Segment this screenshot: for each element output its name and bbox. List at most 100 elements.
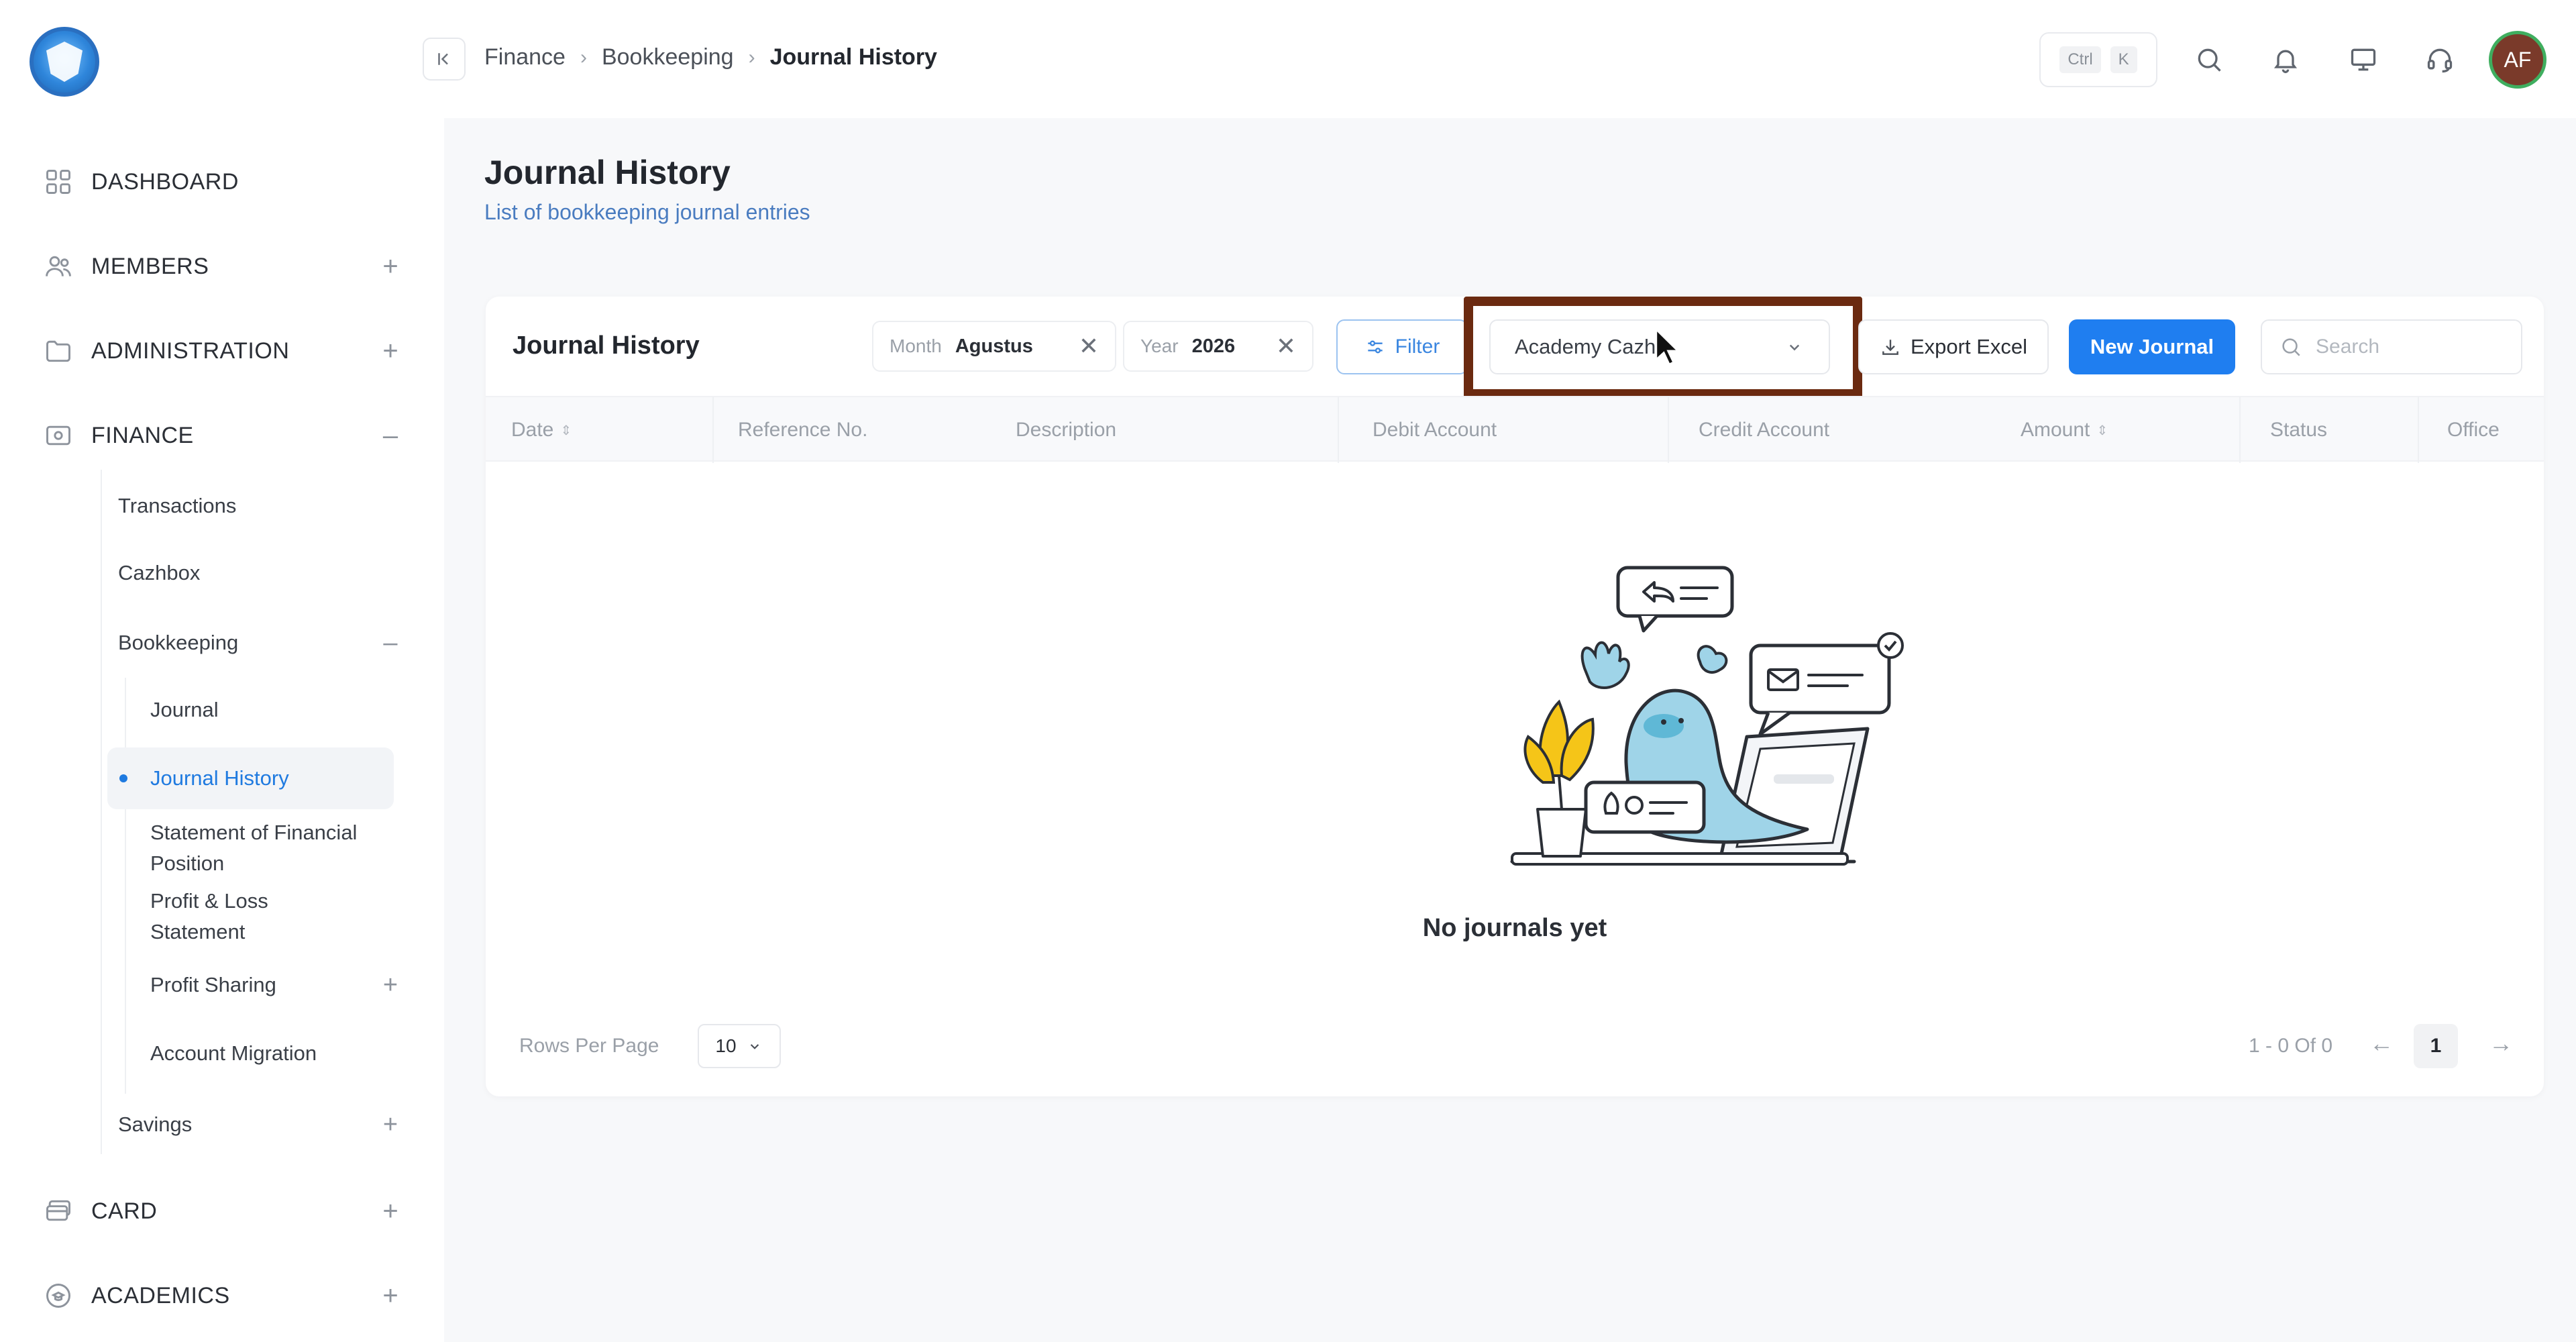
sort-icon[interactable]: ⇕ <box>2096 422 2108 439</box>
breadcrumb-current: Journal History <box>769 44 937 70</box>
column-header-description: Description <box>1016 397 1116 463</box>
sidebar-item-label: Cazhbox <box>118 561 201 584</box>
pagination-info: 1 - 0 Of 0 <box>2249 1035 2333 1057</box>
column-header-amount[interactable]: Amount ⇕ <box>2021 397 2108 463</box>
shortcut-key-ctrl: Ctrl <box>2059 46 2101 73</box>
close-icon[interactable]: ✕ <box>1079 332 1099 360</box>
rows-per-page-value: 10 <box>715 1035 737 1056</box>
sidebar-item-cazhbox[interactable]: Cazhbox <box>118 553 404 593</box>
command-palette-shortcut[interactable]: Ctrl K <box>2039 32 2157 87</box>
collapse-left-icon <box>438 53 448 65</box>
sidebar-item-transactions[interactable]: Transactions <box>118 486 404 526</box>
avatar[interactable]: AF <box>2489 31 2546 89</box>
headset-icon[interactable] <box>2418 38 2462 82</box>
submenu-guide-line <box>101 470 102 1154</box>
next-page-arrow-icon[interactable]: → <box>2489 1029 2513 1057</box>
column-label: Date <box>511 419 554 441</box>
sidebar-item-finance[interactable]: FINANCE – <box>40 412 404 459</box>
card-icon <box>40 1193 76 1229</box>
column-header-office: Office <box>2418 397 2500 463</box>
sidebar-item-academics[interactable]: ACADEMICS + <box>40 1272 404 1319</box>
chip-value: Agustus <box>955 335 1033 357</box>
sidebar-item-label: Bookkeeping <box>118 631 239 654</box>
sidebar-item-journal-history[interactable]: Journal History <box>107 747 394 809</box>
sidebar-item-profit-loss-statement[interactable]: Profit & Loss Statement <box>150 884 323 949</box>
sidebar-item-label: Account Migration <box>150 1041 317 1065</box>
sidebar-item-label: Savings <box>118 1113 193 1136</box>
search-icon[interactable] <box>2187 38 2231 82</box>
rows-per-page-select[interactable]: 10 <box>698 1024 781 1068</box>
search-input[interactable] <box>2316 336 2504 358</box>
card-title: Journal History <box>513 331 700 360</box>
filter-button[interactable]: Filter <box>1336 319 1468 374</box>
filter-label: Filter <box>1395 336 1440 358</box>
sidebar-item-members[interactable]: MEMBERS + <box>40 243 404 290</box>
export-excel-button[interactable]: Export Excel <box>1858 319 2049 374</box>
sidebar-item-label: CARD <box>91 1198 158 1224</box>
download-icon <box>1882 340 1898 355</box>
minus-icon[interactable]: – <box>377 629 404 658</box>
plus-icon[interactable]: + <box>377 1196 404 1227</box>
sidebar-item-card[interactable]: CARD + <box>40 1188 404 1235</box>
academic-icon <box>40 1278 76 1314</box>
table-header: Date ⇕ Reference No. Description Debit A… <box>486 396 2544 463</box>
sidebar-item-journal[interactable]: Journal <box>150 690 404 730</box>
collapse-sidebar-button[interactable] <box>423 38 466 81</box>
column-header-date[interactable]: Date ⇕ <box>511 397 572 463</box>
sidebar-item-statement-financial-position[interactable]: Statement of Financial Position <box>150 816 384 880</box>
column-label: Amount <box>2021 419 2090 441</box>
chevron-right-icon: › <box>580 46 587 68</box>
sliders-icon <box>1367 340 1383 354</box>
office-select[interactable]: Academy Cazh <box>1489 319 1830 374</box>
sidebar-item-label: FINANCE <box>91 422 194 448</box>
minus-icon[interactable]: – <box>377 421 404 451</box>
sidebar-item-account-migration[interactable]: Account Migration <box>150 1033 404 1074</box>
monitor-icon[interactable] <box>2341 38 2385 82</box>
plus-icon[interactable]: + <box>377 336 404 366</box>
chip-key: Month <box>890 336 942 356</box>
column-label: Debit Account <box>1373 419 1497 441</box>
column-label: Reference No. <box>738 419 868 441</box>
sidebar-item-label: ACADEMICS <box>91 1282 230 1308</box>
sidebar-item-savings[interactable]: Savings + <box>118 1104 404 1145</box>
column-label: Office <box>2447 419 2500 441</box>
chevron-right-icon: › <box>748 46 755 68</box>
plus-icon[interactable]: + <box>377 1281 404 1311</box>
bell-icon[interactable] <box>2263 38 2308 82</box>
sidebar: DASHBOARD MEMBERS + ADMINISTRATION + FIN… <box>0 0 444 1342</box>
submenu-guide-line <box>125 678 126 1094</box>
sidebar-item-label: DASHBOARD <box>91 168 239 195</box>
sidebar-item-dashboard[interactable]: DASHBOARD <box>40 158 404 205</box>
plus-icon[interactable]: + <box>377 252 404 282</box>
app-logo[interactable] <box>30 27 99 97</box>
sidebar-item-label: Statement of Financial Position <box>150 821 358 875</box>
sort-icon[interactable]: ⇕ <box>560 422 572 439</box>
pagination-page-1[interactable]: 1 <box>2414 1024 2458 1068</box>
search-field[interactable] <box>2261 319 2522 374</box>
plus-icon[interactable]: + <box>377 971 404 1000</box>
sidebar-item-administration[interactable]: ADMINISTRATION + <box>40 327 404 374</box>
new-journal-button[interactable]: New Journal <box>2069 319 2235 374</box>
breadcrumb-item-finance[interactable]: Finance <box>484 44 566 70</box>
sidebar-item-label: Profit & Loss Statement <box>150 889 268 943</box>
column-label: Credit Account <box>1699 419 1830 441</box>
chip-key: Year <box>1140 336 1179 356</box>
sidebar-item-label: Journal <box>150 698 219 721</box>
month-filter-chip[interactable]: Month Agustus ✕ <box>872 321 1116 372</box>
column-header-reference: Reference No. <box>712 397 867 463</box>
year-filter-chip[interactable]: Year 2026 ✕ <box>1123 321 1313 372</box>
prev-page-arrow-icon[interactable]: ← <box>2369 1029 2394 1057</box>
journal-history-card: Journal History Month Agustus ✕ Year 202… <box>486 297 2544 1096</box>
empty-state-illustration <box>1510 566 1904 866</box>
chip-value: 2026 <box>1191 335 1236 357</box>
empty-state-message: No journals yet <box>1422 914 1607 942</box>
office-select-value: Academy Cazh <box>1515 335 1656 358</box>
active-indicator-dot <box>119 774 127 782</box>
close-icon[interactable]: ✕ <box>1276 332 1296 360</box>
sidebar-item-bookkeeping[interactable]: Bookkeeping – <box>118 623 404 663</box>
wallet-icon <box>40 417 76 454</box>
sidebar-item-profit-sharing[interactable]: Profit Sharing + <box>150 965 404 1005</box>
breadcrumb-item-bookkeeping[interactable]: Bookkeeping <box>602 44 734 70</box>
users-icon <box>40 248 76 285</box>
plus-icon[interactable]: + <box>377 1111 404 1139</box>
